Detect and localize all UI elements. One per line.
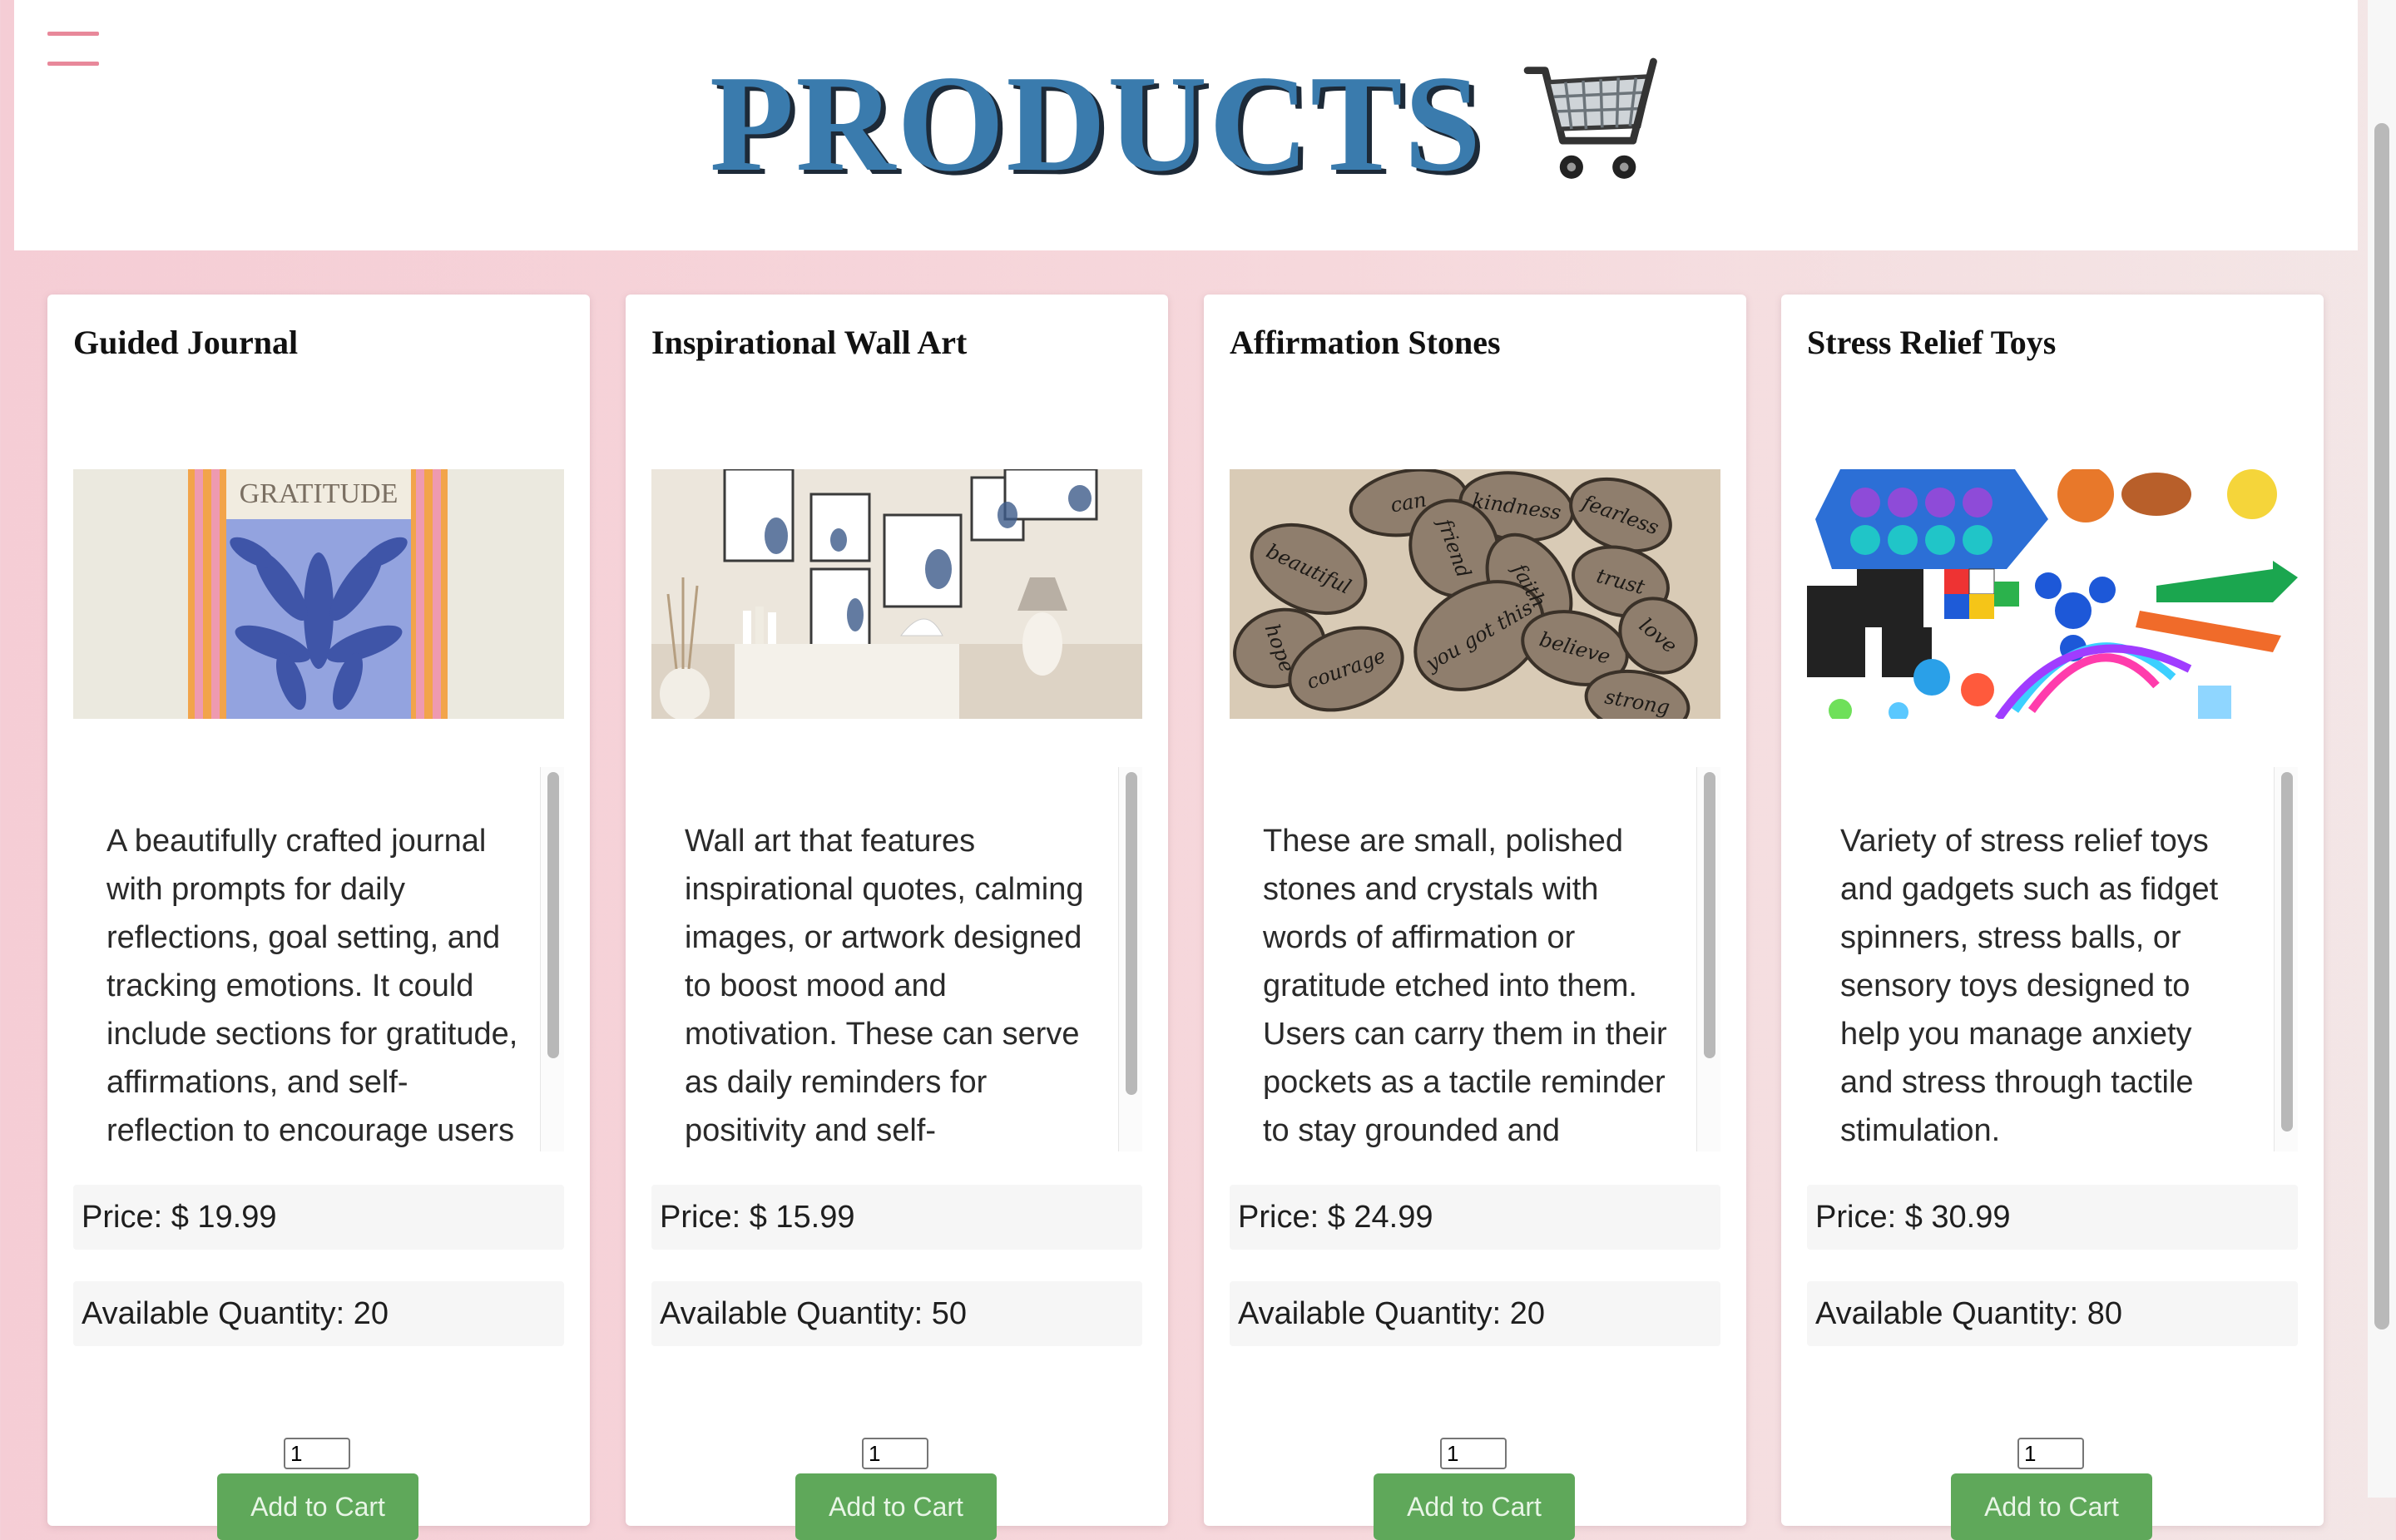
description-scrollbar[interactable] bbox=[2274, 767, 2298, 1151]
product-card: Stress Relief Toys Variety of stress rel… bbox=[1781, 295, 2324, 1540]
product-description: A beautifully crafted journal with promp… bbox=[106, 824, 518, 1148]
description-scrollbar[interactable] bbox=[1696, 767, 1720, 1151]
product-image-wall-art bbox=[651, 469, 1142, 719]
price-box: Price: $ 15.99 bbox=[651, 1185, 1142, 1250]
product-card: Inspirational Wall Art Wall art that fea… bbox=[626, 295, 1168, 1540]
order-quantity-input[interactable] bbox=[862, 1438, 928, 1469]
product-description-box[interactable]: A beautifully crafted journal with promp… bbox=[73, 767, 564, 1151]
quantity-label: Available Quantity: bbox=[660, 1296, 932, 1331]
price-label: Price: $ bbox=[82, 1200, 198, 1235]
menu-line-top bbox=[47, 32, 99, 36]
description-scrollbar-thumb[interactable] bbox=[1704, 772, 1715, 1058]
add-to-cart-button[interactable]: Add to Cart bbox=[795, 1473, 997, 1540]
description-scrollbar[interactable] bbox=[540, 767, 564, 1151]
title-row: PRODUCTS bbox=[14, 40, 2358, 206]
page-title: PRODUCTS bbox=[709, 47, 1483, 200]
product-description-box[interactable]: These are small, polished stones and cry… bbox=[1230, 767, 1720, 1151]
journal-cover-text: GRATITUDE bbox=[240, 478, 399, 509]
product-name: Affirmation Stones bbox=[1230, 324, 1501, 361]
price-label: Price: $ bbox=[660, 1200, 776, 1235]
product-description-box[interactable]: Variety of stress relief toys and gadget… bbox=[1807, 767, 2298, 1151]
product-name: Stress Relief Toys bbox=[1807, 324, 2057, 361]
available-quantity-box: Available Quantity: 20 bbox=[1230, 1281, 1720, 1346]
order-quantity-input[interactable] bbox=[1440, 1438, 1507, 1469]
add-to-cart-button[interactable]: Add to Cart bbox=[217, 1473, 418, 1540]
add-to-cart-button[interactable]: Add to Cart bbox=[1951, 1473, 2152, 1540]
product-name: Inspirational Wall Art bbox=[651, 324, 968, 361]
quantity-label: Available Quantity: bbox=[1815, 1296, 2087, 1331]
product-description: Variety of stress relief toys and gadget… bbox=[1840, 824, 2219, 1148]
product-name: Guided Journal bbox=[73, 324, 299, 361]
available-quantity-box: Available Quantity: 80 bbox=[1807, 1281, 2298, 1346]
price-box: Price: $ 24.99 bbox=[1230, 1185, 1720, 1250]
description-scrollbar[interactable] bbox=[1118, 767, 1142, 1151]
product-description: Wall art that features inspirational quo… bbox=[685, 824, 1084, 1148]
product-image-stones: can kindness fearlessbeautiful friendfaith t… bbox=[1230, 469, 1720, 719]
price-value: 24.99 bbox=[1354, 1200, 1433, 1235]
quantity-value: 20 bbox=[1509, 1296, 1545, 1331]
quantity-label: Available Quantity: bbox=[1238, 1296, 1510, 1331]
price-value: 30.99 bbox=[1931, 1200, 2011, 1235]
quantity-value: 20 bbox=[353, 1296, 389, 1331]
page-header: PRODUCTS bbox=[14, 0, 2358, 250]
product-description-box[interactable]: Wall art that features inspirational quo… bbox=[651, 767, 1142, 1151]
order-quantity-input[interactable] bbox=[2017, 1438, 2084, 1469]
description-scrollbar-thumb[interactable] bbox=[2281, 772, 2293, 1131]
shopping-cart-icon bbox=[1523, 57, 1657, 179]
price-value: 15.99 bbox=[775, 1200, 855, 1235]
description-scrollbar-thumb[interactable] bbox=[1126, 772, 1137, 1095]
page-scrollbar-thumb[interactable] bbox=[2374, 123, 2389, 1330]
price-label: Price: $ bbox=[1815, 1200, 1932, 1235]
product-image-fidget-toys bbox=[1807, 469, 2298, 719]
description-scrollbar-thumb[interactable] bbox=[547, 772, 559, 1058]
available-quantity-box: Available Quantity: 50 bbox=[651, 1281, 1142, 1346]
product-card: Guided Journal GRATITUDE A beautifully c… bbox=[47, 295, 590, 1540]
price-value: 19.99 bbox=[197, 1200, 277, 1235]
quantity-value: 50 bbox=[931, 1296, 967, 1331]
price-label: Price: $ bbox=[1238, 1200, 1354, 1235]
available-quantity-box: Available Quantity: 20 bbox=[73, 1281, 564, 1346]
quantity-value: 80 bbox=[2087, 1296, 2122, 1331]
product-image-journal: GRATITUDE bbox=[73, 469, 564, 719]
product-card: Affirmation Stones can kindness fearless be… bbox=[1204, 295, 1746, 1540]
price-box: Price: $ 19.99 bbox=[73, 1185, 564, 1250]
product-description: These are small, polished stones and cry… bbox=[1263, 824, 1667, 1148]
quantity-label: Available Quantity: bbox=[82, 1296, 354, 1331]
price-box: Price: $ 30.99 bbox=[1807, 1185, 2298, 1250]
order-quantity-input[interactable] bbox=[284, 1438, 350, 1469]
add-to-cart-button[interactable]: Add to Cart bbox=[1374, 1473, 1575, 1540]
